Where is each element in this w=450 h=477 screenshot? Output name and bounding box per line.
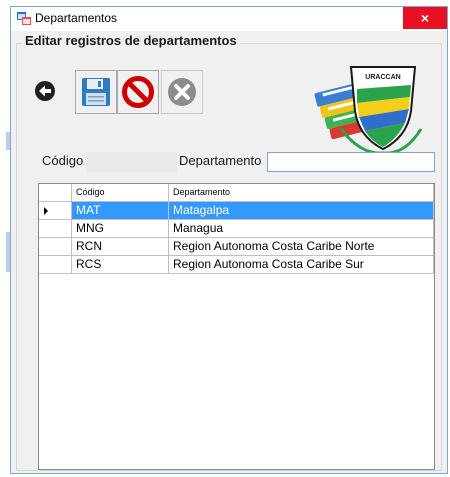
save-button[interactable] xyxy=(75,70,117,114)
grid-header-row: Código Departamento xyxy=(39,184,434,202)
codigo-field[interactable] xyxy=(87,152,177,172)
column-header-departamento[interactable]: Departamento xyxy=(169,184,434,202)
departamento-label: Departamento xyxy=(179,153,262,168)
row-header[interactable] xyxy=(39,202,72,220)
app-form-icon xyxy=(17,12,31,25)
prohibited-icon xyxy=(122,76,154,108)
cell-departamento[interactable]: Matagalpa xyxy=(169,202,434,220)
close-button[interactable]: × xyxy=(403,7,447,29)
table-row[interactable]: RCS Region Autonoma Costa Caribe Sur xyxy=(39,256,434,274)
close-icon: × xyxy=(420,10,430,26)
arrow-left-icon xyxy=(35,81,55,101)
row-header[interactable] xyxy=(39,238,72,256)
row-header[interactable] xyxy=(39,220,72,238)
cancel-button[interactable] xyxy=(161,70,203,114)
cell-codigo[interactable]: MAT xyxy=(72,202,169,220)
title-bar[interactable]: Departamentos × xyxy=(11,7,447,31)
cell-departamento[interactable]: Managua xyxy=(169,220,434,238)
window-title: Departamentos xyxy=(35,11,118,25)
row-header[interactable] xyxy=(39,256,72,274)
uraccan-logo: URACCAN UNIDAD AUTONOMIA LIBERTAD xyxy=(314,66,423,157)
cell-departamento[interactable]: Region Autonoma Costa Caribe Sur xyxy=(169,256,434,274)
current-row-indicator-icon xyxy=(44,207,48,215)
codigo-label: Código xyxy=(42,153,84,168)
departamentos-window: Departamentos × Editar registros de depa… xyxy=(10,6,448,474)
delete-button[interactable] xyxy=(117,70,159,114)
cell-codigo[interactable]: RCN xyxy=(72,238,169,256)
svg-text:URACCAN: URACCAN xyxy=(365,74,400,81)
groupbox-title: Editar registros de departamentos xyxy=(22,33,240,48)
floppy-disk-icon xyxy=(82,78,110,106)
cell-departamento[interactable]: Region Autonoma Costa Caribe Norte xyxy=(169,238,434,256)
cell-codigo[interactable]: MNG xyxy=(72,220,169,238)
back-button[interactable] xyxy=(34,80,56,102)
departamentos-grid[interactable]: Código Departamento MAT Matagalpa MNG Ma… xyxy=(38,183,435,470)
x-circle-icon xyxy=(168,78,196,106)
row-header-corner xyxy=(39,184,72,202)
departamento-field[interactable] xyxy=(267,152,435,172)
column-header-codigo[interactable]: Código xyxy=(72,184,169,202)
background-window-edge xyxy=(0,0,10,477)
table-row[interactable]: MNG Managua xyxy=(39,220,434,238)
cell-codigo[interactable]: RCS xyxy=(72,256,169,274)
table-row[interactable]: MAT Matagalpa xyxy=(39,202,434,220)
table-row[interactable]: RCN Region Autonoma Costa Caribe Norte xyxy=(39,238,434,256)
